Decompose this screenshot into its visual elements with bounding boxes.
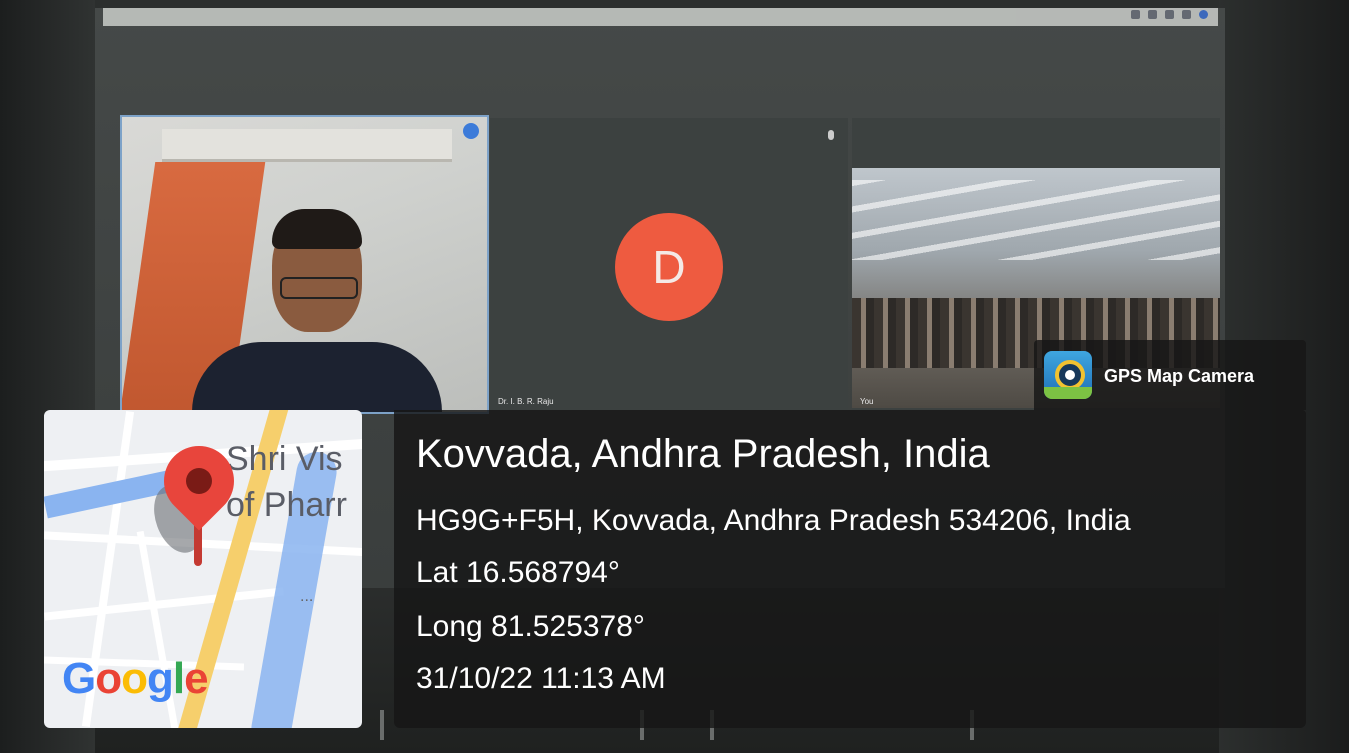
toolbar-icon — [1131, 10, 1140, 19]
video-tile-avatar: D Dr. I. B. R. Raju — [490, 118, 848, 410]
location-title: Kovvada, Andhra Pradesh, India — [416, 432, 990, 476]
video-tile-presenter — [120, 115, 489, 414]
location-latitude: Lat 16.568794° — [416, 556, 620, 589]
map-place-label: Shri Vis — [226, 440, 343, 478]
location-info-panel: Kovvada, Andhra Pradesh, India HG9G+F5H,… — [394, 410, 1306, 728]
location-address: HG9G+F5H, Kovvada, Andhra Pradesh 534206… — [416, 504, 1131, 537]
participant-avatar: D — [615, 213, 723, 321]
ceiling-lights — [852, 180, 1220, 260]
map-road — [44, 587, 284, 621]
google-logo: Google — [62, 654, 209, 704]
logo-letter: o — [95, 654, 122, 703]
logo-letter: G — [62, 654, 96, 703]
gps-map-camera-icon — [1044, 351, 1092, 399]
logo-letter: e — [184, 654, 209, 703]
ground-shape — [1044, 387, 1092, 399]
toolbar-icon — [1165, 10, 1174, 19]
avatar-letter: D — [652, 241, 686, 293]
avatar-icon — [1199, 10, 1208, 19]
cabinet — [162, 129, 452, 162]
more-icon: ... — [300, 588, 314, 605]
tile-participant-name: Dr. I. B. R. Raju — [498, 397, 554, 406]
speaking-indicator-icon — [463, 123, 479, 139]
location-datetime: 31/10/22 11:13 AM — [416, 662, 666, 695]
mic-muted-icon — [828, 130, 834, 140]
map-thumbnail: Shri Vis of Pharr ... Google — [44, 410, 362, 728]
toolbar-icon — [1148, 10, 1157, 19]
glasses — [280, 277, 358, 299]
toolbar-icon — [1182, 10, 1191, 19]
brand-name: GPS Map Camera — [1104, 366, 1255, 386]
gps-brand-badge: GPS Map Camera — [1034, 340, 1306, 410]
person-hair — [272, 209, 362, 249]
lens-dot — [1065, 370, 1075, 380]
logo-letter: g — [147, 654, 174, 703]
logo-letter: o — [121, 654, 148, 703]
browser-toolbar — [103, 8, 1218, 26]
tile-participant-name: You — [860, 397, 874, 406]
chair-leg — [380, 710, 384, 740]
location-longitude: Long 81.525378° — [416, 610, 645, 643]
pin-dot — [180, 462, 218, 500]
person-body — [192, 342, 442, 412]
map-place-label: of Pharr — [226, 486, 347, 524]
logo-letter: l — [172, 654, 185, 703]
camera-lens-shape — [1055, 360, 1085, 390]
toolbar-icons — [1131, 10, 1208, 19]
